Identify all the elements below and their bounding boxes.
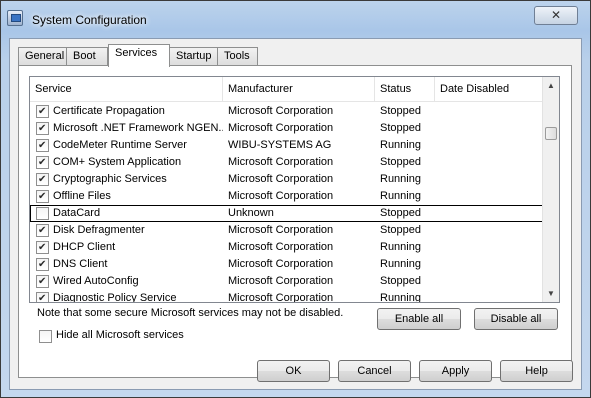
service-row[interactable]: Wired AutoConfig Microsoft Corporation Sto… [30,273,544,290]
service-row[interactable]: Disk Defragmenter Microsoft Corporation St… [30,222,544,239]
service-checkbox[interactable] [36,105,49,118]
service-checkbox[interactable] [36,139,49,152]
service-status: Running [380,190,421,202]
service-name: Diagnostic Policy Service [53,292,177,303]
service-status: Stopped [380,207,421,219]
service-status: Stopped [380,105,421,117]
service-name: Offline Files [53,190,111,202]
column-header-manufacturer[interactable]: Manufacturer [223,77,375,102]
service-status: Running [380,292,421,303]
column-header-service[interactable]: Service [30,77,223,102]
service-manufacturer: Microsoft Corporation [228,173,334,185]
list-header: Service Manufacturer Status Date Disable… [30,77,544,102]
service-name: DNS Client [53,258,108,270]
tab-startup[interactable]: Startup [169,47,218,66]
cancel-button[interactable]: Cancel [338,360,411,382]
service-status: Stopped [380,224,421,236]
window-title: System Configuration [32,13,147,27]
service-rows: Certificate Propagation Microsoft Corpora… [30,103,544,303]
service-name: Wired AutoConfig [53,275,139,287]
vertical-scrollbar[interactable]: ▲ ▼ [542,77,559,302]
service-status: Running [380,173,421,185]
service-manufacturer: Microsoft Corporation [228,292,334,303]
service-manufacturer: Microsoft Corporation [228,241,334,253]
tab-general[interactable]: General [18,47,67,66]
tab-tools[interactable]: Tools [217,47,258,66]
service-row[interactable]: CodeMeter Runtime Server WIBU-SYSTEMS AG R… [30,137,544,154]
service-manufacturer: Microsoft Corporation [228,122,334,134]
hide-microsoft-services-label[interactable]: Hide all Microsoft services [56,329,184,341]
service-checkbox[interactable] [36,275,49,288]
service-checkbox[interactable] [36,258,49,271]
service-row[interactable]: Certificate Propagation Microsoft Corpora… [30,103,544,120]
service-checkbox[interactable] [36,122,49,135]
services-panel: Service Manufacturer Status Date Disable… [18,65,572,378]
service-checkbox[interactable] [36,241,49,254]
scroll-up-arrow-icon[interactable]: ▲ [543,77,559,94]
service-name: Certificate Propagation [53,105,165,117]
msconfig-app-icon [7,10,23,26]
service-status: Stopped [380,156,421,168]
service-checkbox[interactable] [36,156,49,169]
hide-microsoft-services-checkbox[interactable] [39,330,52,343]
scrollbar-thumb[interactable] [545,127,557,140]
help-button[interactable]: Help [500,360,573,382]
service-manufacturer: Microsoft Corporation [228,156,334,168]
service-checkbox[interactable] [36,224,49,237]
service-manufacturer: Microsoft Corporation [228,224,334,236]
service-row[interactable]: DNS Client Microsoft Corporation Running [30,256,544,273]
service-name: Cryptographic Services [53,173,167,185]
service-name: COM+ System Application [53,156,182,168]
enable-all-button[interactable]: Enable all [377,308,461,330]
service-manufacturer: Microsoft Corporation [228,275,334,287]
service-manufacturer: WIBU-SYSTEMS AG [228,139,332,151]
service-row[interactable]: Diagnostic Policy Service Microsoft Corpo… [30,290,544,303]
service-status: Running [380,139,421,151]
title-bar: System Configuration ✕ [1,1,590,39]
apply-button[interactable]: Apply [419,360,492,382]
disable-all-button[interactable]: Disable all [474,308,558,330]
service-checkbox[interactable] [36,292,49,302]
service-status: Running [380,241,421,253]
column-header-date-disabled[interactable]: Date Disabled [435,77,544,102]
service-row[interactable]: Microsoft .NET Framework NGEN... Microsof… [30,120,544,137]
services-list[interactable]: Service Manufacturer Status Date Disable… [29,76,560,303]
service-status: Running [380,258,421,270]
service-checkbox[interactable] [36,190,49,203]
dialog-client-area: General Boot Services Startup Tools Serv… [9,38,582,390]
service-manufacturer: Microsoft Corporation [228,258,334,270]
secure-services-note: Note that some secure Microsoft services… [37,307,344,319]
service-name: Microsoft .NET Framework NGEN... [53,122,223,134]
service-status: Stopped [380,275,421,287]
system-configuration-window: System Configuration ✕ General Boot Serv… [0,0,591,398]
tab-services[interactable]: Services [108,44,170,67]
service-manufacturer: Microsoft Corporation [228,190,334,202]
service-checkbox[interactable] [36,173,49,186]
service-row[interactable]: DHCP Client Microsoft Corporation Running [30,239,544,256]
close-button[interactable]: ✕ [534,6,578,25]
service-row[interactable]: Cryptographic Services Microsoft Corporat… [30,171,544,188]
tab-boot[interactable]: Boot [66,47,108,66]
service-name: CodeMeter Runtime Server [53,139,187,151]
service-row[interactable]: Offline Files Microsoft Corporation Runnin… [30,188,544,205]
service-status: Stopped [380,122,421,134]
service-checkbox[interactable] [36,207,49,220]
service-name: Disk Defragmenter [53,224,145,236]
service-name: DataCard [53,207,101,219]
column-header-status[interactable]: Status [375,77,435,102]
service-row[interactable]: DataCard Unknown Stopped [30,205,544,222]
service-row[interactable]: COM+ System Application Microsoft Corpora… [30,154,544,171]
service-name: DHCP Client [53,241,116,253]
service-manufacturer: Microsoft Corporation [228,105,334,117]
ok-button[interactable]: OK [257,360,330,382]
service-manufacturer: Unknown [228,207,274,219]
scroll-down-arrow-icon[interactable]: ▼ [543,285,559,302]
